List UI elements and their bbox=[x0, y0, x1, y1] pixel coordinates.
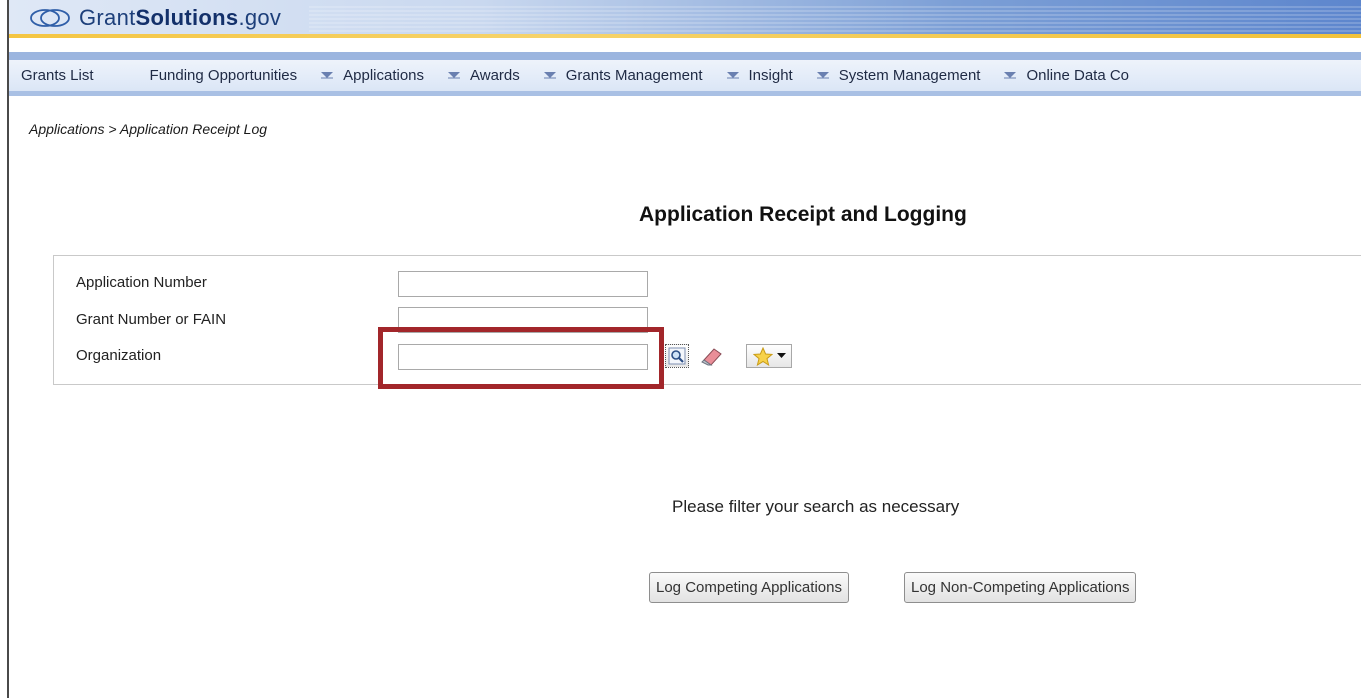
clear-organization-button[interactable] bbox=[700, 344, 724, 368]
logo-text-bold: Solutions bbox=[135, 5, 239, 30]
menu-item-grants-management[interactable]: Grants Management bbox=[566, 60, 749, 91]
menu-item-label: Awards bbox=[470, 67, 520, 84]
logo-text-prefix: Grant bbox=[79, 5, 136, 30]
application-number-input[interactable] bbox=[398, 271, 648, 297]
triangle-down-icon[interactable] bbox=[543, 71, 556, 80]
browser-frame: GrantSolutions.gov Grants List Funding O… bbox=[7, 0, 1361, 698]
grant-number-input[interactable] bbox=[398, 307, 648, 333]
magnifier-icon bbox=[668, 347, 686, 365]
menu-item-system-management[interactable]: System Management bbox=[839, 60, 1027, 91]
grant-number-label: Grant Number or FAIN bbox=[76, 311, 227, 328]
logo-text-suffix: .gov bbox=[238, 5, 282, 30]
menu-item-applications[interactable]: Applications bbox=[343, 60, 470, 91]
organization-lookup-button[interactable] bbox=[665, 344, 689, 368]
triangle-down-icon[interactable] bbox=[448, 71, 461, 80]
site-logo[interactable]: GrantSolutions.gov bbox=[29, 4, 281, 32]
organization-input[interactable] bbox=[398, 344, 648, 370]
banner-gold-stripe bbox=[9, 34, 1361, 38]
log-non-competing-applications-button[interactable]: Log Non-Competing Applications bbox=[904, 572, 1137, 603]
triangle-down-icon[interactable] bbox=[816, 71, 829, 80]
dropdown-arrow-icon bbox=[776, 353, 786, 358]
favorites-dropdown-button[interactable] bbox=[746, 344, 792, 368]
menu-item-grants-list[interactable]: Grants List bbox=[9, 60, 94, 91]
menu-item-label: Grants Management bbox=[565, 67, 703, 84]
menu-item-online-data-collection[interactable]: Online Data Co bbox=[1026, 60, 1129, 91]
triangle-down-icon[interactable] bbox=[1004, 71, 1017, 80]
menu-item-label: Online Data Co bbox=[1026, 67, 1130, 84]
menu-item-label: Insight bbox=[748, 67, 793, 84]
triangle-down-icon[interactable] bbox=[726, 71, 739, 80]
menu-item-label: Funding Opportunities bbox=[149, 67, 298, 84]
triangle-down-icon[interactable] bbox=[321, 71, 334, 80]
star-icon bbox=[752, 346, 773, 366]
menu-item-label: Applications bbox=[343, 67, 425, 84]
log-competing-applications-button[interactable]: Log Competing Applications bbox=[649, 572, 849, 603]
eraser-icon bbox=[701, 348, 722, 366]
main-menu-bar: Grants List Funding Opportunities Applic… bbox=[9, 52, 1361, 96]
menu-item-label: System Management bbox=[838, 67, 981, 84]
header-banner: GrantSolutions.gov bbox=[9, 0, 1361, 38]
breadcrumb: Applications > Application Receipt Log bbox=[29, 121, 268, 137]
filter-message: Please filter your search as necessary bbox=[672, 497, 960, 516]
menu-item-awards[interactable]: Awards bbox=[470, 60, 566, 91]
application-number-label: Application Number bbox=[76, 274, 207, 291]
menu-item-funding-opportunities[interactable]: Funding Opportunities bbox=[94, 60, 344, 91]
menu-item-insight[interactable]: Insight bbox=[749, 60, 839, 91]
menu-item-label: Grants List bbox=[21, 67, 94, 84]
page-title: Application Receipt and Logging bbox=[639, 203, 967, 226]
organization-label: Organization bbox=[76, 347, 162, 364]
banner-pattern bbox=[309, 6, 1361, 32]
logo-text: GrantSolutions.gov bbox=[79, 5, 281, 31]
filter-panel: Application Number Grant Number or FAIN … bbox=[53, 255, 1361, 385]
grantsolutions-logo-icon bbox=[30, 9, 70, 27]
